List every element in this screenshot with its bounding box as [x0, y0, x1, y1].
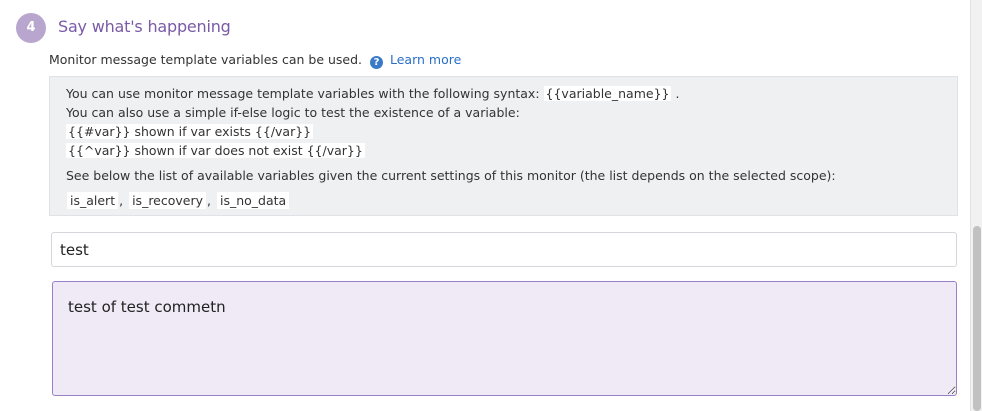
message-title-input[interactable] [51, 232, 957, 267]
scrollbar-thumb[interactable] [973, 226, 981, 411]
variable-chip: is_alert [67, 192, 119, 209]
syntax-code: {{variable_name}} [543, 86, 672, 101]
variable-chip: is_recovery [129, 192, 207, 209]
step-title: Say what's happening [58, 17, 231, 36]
message-body-textarea[interactable]: test of test commetn [52, 281, 957, 396]
page-scrollbar[interactable] [970, 0, 982, 411]
hint-text: Monitor message template variables can b… [49, 52, 363, 67]
exists-example-code: {{#var}} shown if var exists {{/var}} [66, 124, 314, 139]
step-number-badge: 4 [16, 13, 46, 43]
variable-list: is_alert, is_recovery, is_no_data [67, 192, 290, 209]
variable-chip: is_no_data [216, 192, 290, 209]
variable-separator: , [119, 193, 124, 208]
not-exists-example: {{^var}} shown if var does not exist {{/… [66, 143, 365, 158]
question-circle-icon[interactable]: ? [370, 56, 383, 69]
syntax-line: You can use monitor message template var… [66, 86, 679, 101]
template-variables-info-box: You can use monitor message template var… [49, 76, 958, 216]
exists-example: {{#var}} shown if var exists {{/var}} [66, 124, 314, 139]
monitor-message-section: 4 Say what's happening Monitor message t… [0, 0, 970, 411]
if-else-line: You can also use a simple if-else logic … [66, 105, 520, 120]
syntax-text: You can use monitor message template var… [66, 86, 540, 101]
learn-more-link[interactable]: Learn more [390, 52, 461, 67]
template-variables-hint: Monitor message template variables can b… [49, 52, 461, 69]
not-exists-example-code: {{^var}} shown if var does not exist {{/… [66, 143, 365, 158]
available-variables-line: See below the list of available variable… [66, 168, 836, 183]
variable-separator: , [207, 193, 211, 208]
syntax-suffix: . [675, 86, 680, 101]
